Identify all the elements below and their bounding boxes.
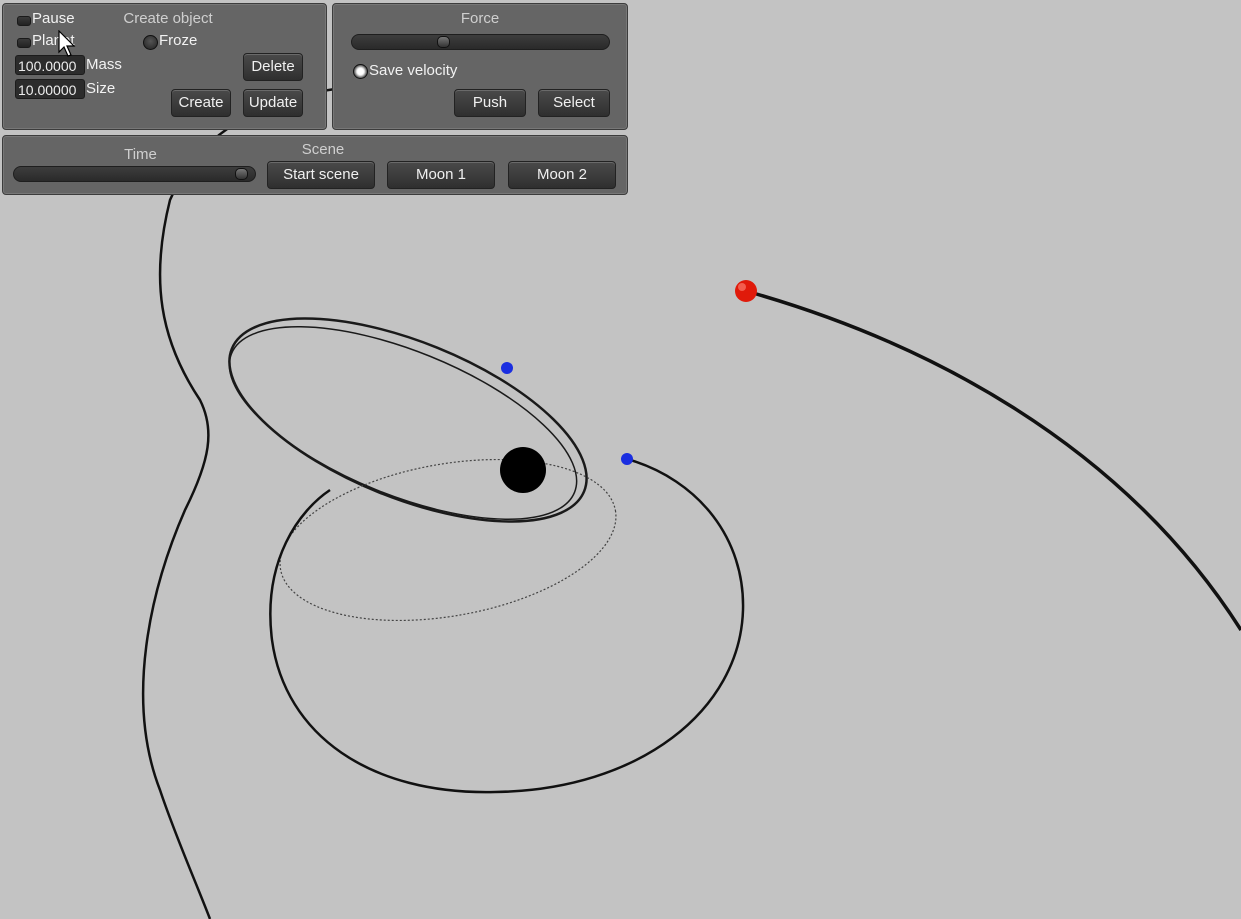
scene-title: Scene bbox=[301, 141, 345, 158]
select-button[interactable]: Select bbox=[538, 89, 610, 117]
force-panel: Force Save velocity Push Select bbox=[332, 3, 628, 130]
central-body[interactable] bbox=[500, 447, 546, 493]
time-slider-thumb[interactable] bbox=[235, 168, 248, 180]
moon1-button[interactable]: Moon 1 bbox=[387, 161, 495, 189]
orbit-tilted bbox=[228, 317, 588, 523]
save-velocity-toggle[interactable] bbox=[353, 64, 368, 79]
time-slider[interactable] bbox=[13, 166, 256, 182]
time-scene-panel: Time Scene Start scene Moon 1 Moon 2 bbox=[2, 135, 628, 195]
red-body[interactable] bbox=[735, 280, 757, 302]
size-label: Size bbox=[86, 80, 116, 97]
moon2-button[interactable]: Moon 2 bbox=[508, 161, 616, 189]
force-slider[interactable] bbox=[351, 34, 610, 50]
moon-a[interactable] bbox=[501, 362, 513, 374]
start-scene-button[interactable]: Start scene bbox=[267, 161, 375, 189]
mass-field[interactable]: 100.0000 bbox=[15, 55, 85, 75]
planet-checkbox[interactable] bbox=[17, 38, 31, 48]
size-field[interactable]: 10.00000 bbox=[15, 79, 85, 99]
trajectory-long bbox=[141, 84, 371, 919]
red-body-highlight bbox=[738, 283, 746, 291]
create-object-title: Create object bbox=[123, 10, 213, 27]
mouse-cursor-icon bbox=[58, 30, 76, 57]
delete-button[interactable]: Delete bbox=[243, 53, 303, 81]
update-button[interactable]: Update bbox=[243, 89, 303, 117]
trajectory-loop bbox=[269, 457, 745, 794]
moon-b[interactable] bbox=[621, 453, 633, 465]
create-button[interactable]: Create bbox=[171, 89, 231, 117]
force-title: Force bbox=[460, 10, 500, 27]
froze-toggle[interactable] bbox=[143, 35, 158, 50]
force-slider-thumb[interactable] bbox=[437, 36, 450, 48]
mass-label: Mass bbox=[86, 56, 122, 73]
create-object-panel: Create object Pause Planet Froze 100.000… bbox=[2, 3, 327, 130]
trajectory-red bbox=[745, 289, 1241, 631]
time-title: Time bbox=[124, 146, 157, 163]
save-velocity-label[interactable]: Save velocity bbox=[369, 62, 457, 79]
pause-label[interactable]: Pause bbox=[32, 10, 75, 27]
froze-label[interactable]: Froze bbox=[159, 32, 197, 49]
pause-checkbox[interactable] bbox=[17, 16, 31, 26]
push-button[interactable]: Push bbox=[454, 89, 526, 117]
